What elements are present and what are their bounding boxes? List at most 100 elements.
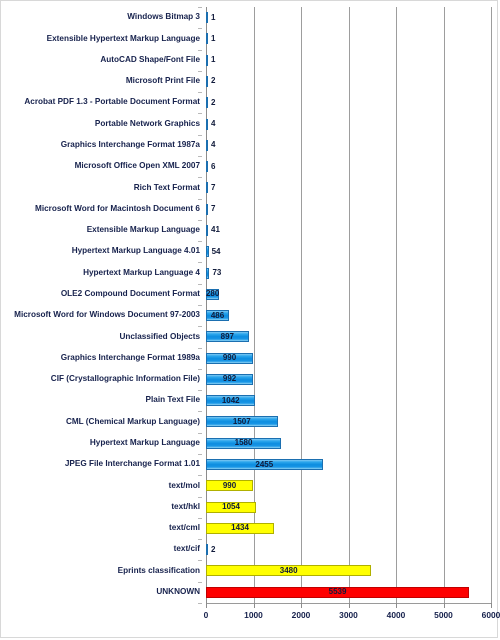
chart-row: text/mol 990 bbox=[9, 475, 491, 496]
category-label: Plain Text File bbox=[145, 395, 200, 405]
bar[interactable]: 54 bbox=[206, 246, 220, 258]
category-tick bbox=[198, 262, 202, 264]
gridline-6000 bbox=[491, 7, 492, 603]
bar-track: 1054 bbox=[206, 496, 491, 517]
chart-row: Plain Text File 1042 bbox=[9, 390, 491, 411]
bar-value-label: 5539 bbox=[328, 587, 347, 597]
chart-row: Microsoft Office Open XML 2007 6 bbox=[9, 156, 491, 177]
bar-track: 6 bbox=[206, 156, 491, 177]
bar[interactable]: 990 bbox=[206, 352, 254, 364]
bar[interactable]: 41 bbox=[206, 224, 220, 236]
bar-value-label: 2 bbox=[211, 97, 216, 107]
bar[interactable]: 2 bbox=[206, 97, 215, 109]
category-label: Extensible Hypertext Markup Language bbox=[46, 33, 200, 43]
chart-row: Rich Text Format 7 bbox=[9, 177, 491, 198]
bar[interactable]: 990 bbox=[206, 480, 254, 492]
chart-row: Microsoft Print File 2 bbox=[9, 71, 491, 92]
bar[interactable]: 4 bbox=[206, 139, 215, 151]
category-tick bbox=[198, 368, 202, 370]
bar[interactable]: 1 bbox=[206, 33, 215, 45]
chart-row: UNKNOWN 5539 bbox=[9, 582, 491, 603]
chart-row: Graphics Interchange Format 1989a 990 bbox=[9, 348, 491, 369]
category-tick bbox=[198, 134, 202, 136]
x-tick-label: 4000 bbox=[386, 610, 406, 620]
x-tick bbox=[206, 603, 207, 608]
chart-row: text/cml 1434 bbox=[9, 518, 491, 539]
bar-value-label: 1 bbox=[211, 33, 216, 43]
bar[interactable]: 1042 bbox=[206, 395, 256, 407]
bar-value-label: 41 bbox=[211, 225, 220, 235]
bar-value-label: 1 bbox=[211, 12, 216, 22]
bar-value-label: 2455 bbox=[255, 459, 274, 469]
bar-value-label: 4 bbox=[211, 140, 216, 150]
bar-value-label: 992 bbox=[222, 374, 237, 384]
chart-row: Extensible Markup Language 41 bbox=[9, 220, 491, 241]
bar[interactable]: 3480 bbox=[206, 565, 372, 577]
bar-track: 1 bbox=[206, 50, 491, 71]
bar[interactable]: 486 bbox=[206, 310, 230, 322]
category-tick bbox=[198, 432, 202, 434]
bar-track: 2 bbox=[206, 71, 491, 92]
bar[interactable]: 897 bbox=[206, 331, 249, 343]
bar[interactable]: 992 bbox=[206, 373, 254, 385]
x-tick-label: 0 bbox=[203, 610, 209, 620]
x-tick-label: 2000 bbox=[291, 610, 311, 620]
x-tick bbox=[491, 603, 492, 608]
bar-value-label: 1507 bbox=[232, 416, 251, 426]
bar-track: 4 bbox=[206, 113, 491, 134]
bar-track: 1 bbox=[206, 7, 491, 28]
bar-value-label: 897 bbox=[220, 331, 234, 341]
category-label: Acrobat PDF 1.3 - Portable Document Form… bbox=[24, 97, 200, 107]
category-label: text/cif bbox=[173, 544, 200, 554]
bar-value-label: 486 bbox=[210, 310, 225, 320]
chart-row: Extensible Hypertext Markup Language 1 bbox=[9, 28, 491, 49]
bar[interactable]: 6 bbox=[206, 161, 215, 173]
category-label: text/mol bbox=[168, 480, 200, 490]
category-label: Eprints classification bbox=[117, 565, 200, 575]
category-label: Hypertext Markup Language 4 bbox=[83, 267, 200, 277]
bar[interactable]: 2 bbox=[206, 75, 215, 87]
chart-row: Graphics Interchange Format 1987a 4 bbox=[9, 135, 491, 156]
bar[interactable]: 1434 bbox=[206, 522, 275, 534]
bar[interactable]: 1580 bbox=[206, 437, 282, 449]
bar[interactable]: 280 bbox=[206, 288, 219, 300]
x-tick-label: 1000 bbox=[244, 610, 263, 620]
category-tick bbox=[198, 70, 202, 72]
bar[interactable]: 1507 bbox=[206, 416, 278, 428]
category-label: Hypertext Markup Language bbox=[89, 437, 200, 447]
category-tick bbox=[198, 475, 202, 477]
x-tick bbox=[348, 603, 350, 608]
category-label: Unclassified Objects bbox=[119, 331, 200, 341]
bar[interactable]: 5539 bbox=[206, 586, 470, 598]
category-tick bbox=[198, 517, 202, 519]
bar[interactable]: 4 bbox=[206, 118, 215, 130]
category-tick bbox=[198, 326, 202, 328]
category-label: CML (Chemical Markup Language) bbox=[65, 416, 200, 426]
chart-row: OLE2 Compound Document Format 280 bbox=[9, 284, 491, 305]
category-label: Microsoft Word for Macintosh Document 6 bbox=[35, 203, 200, 213]
bar-track: 7 bbox=[206, 177, 491, 198]
bar[interactable]: 7 bbox=[206, 203, 215, 215]
category-label: Graphics Interchange Format 1989a bbox=[60, 352, 200, 362]
chart-row: Acrobat PDF 1.3 - Portable Document Form… bbox=[9, 92, 491, 113]
category-tick bbox=[198, 496, 202, 498]
bar[interactable]: 73 bbox=[206, 267, 221, 279]
x-tick-label: 5000 bbox=[434, 610, 453, 620]
bar-chart: Windows Bitmap 3 1 Extensible Hypertext Ma… bbox=[0, 0, 500, 638]
bar[interactable]: 7 bbox=[206, 182, 215, 194]
bar[interactable]: 1 bbox=[206, 12, 215, 24]
chart-row: Portable Network Graphics 4 bbox=[9, 113, 491, 134]
bar[interactable]: 2455 bbox=[206, 459, 323, 471]
bar[interactable]: 1054 bbox=[206, 501, 257, 513]
chart-row: CIF (Crystallographic Information File) 9… bbox=[9, 369, 491, 390]
category-tick bbox=[198, 539, 202, 541]
bar-value-label: 7 bbox=[211, 204, 216, 214]
bar[interactable]: 1 bbox=[206, 54, 215, 66]
bar[interactable]: 2 bbox=[206, 544, 215, 556]
bar-track: 280 bbox=[206, 284, 491, 305]
category-tick bbox=[198, 454, 202, 455]
bar-value-label: 1 bbox=[211, 55, 216, 65]
bar-value-label: 54 bbox=[211, 246, 221, 256]
category-tick bbox=[198, 241, 202, 243]
bar-track: 990 bbox=[206, 475, 491, 496]
